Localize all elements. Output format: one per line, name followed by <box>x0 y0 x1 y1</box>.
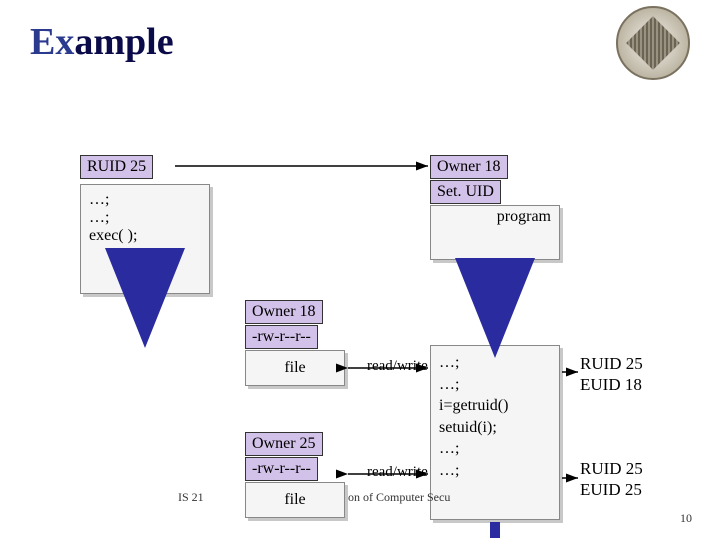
file2-readwrite: read/write <box>367 464 428 481</box>
seal-inner-icon <box>626 16 680 70</box>
process1-line: …; <box>89 209 201 227</box>
process2-line: …; <box>439 460 551 482</box>
process2-line: …; <box>439 438 551 460</box>
slide-title: Example <box>30 20 174 64</box>
process1-line: exec( ); <box>89 227 201 245</box>
footer-mid: on of Computer Secu <box>348 490 450 505</box>
right-label-bot: RUID 25 EUID 25 <box>580 458 643 501</box>
file1-header2: -rw-r--r-- <box>245 325 318 349</box>
program-label: program <box>497 208 551 226</box>
process1-line: …; <box>89 191 201 209</box>
process2-line: …; <box>439 352 551 374</box>
process2-line: setuid(i); <box>439 417 551 439</box>
program-header2: Set. UID <box>430 180 501 204</box>
right-label-top-1: RUID 25 <box>580 353 643 374</box>
title-part1: Ex <box>30 21 74 63</box>
file2-body: file <box>245 482 345 518</box>
right-label-bot-1: RUID 25 <box>580 458 643 479</box>
title-part2: ample <box>74 21 173 63</box>
slide-root: Example RUID 25 …; …; exec( ); Owner 18 … <box>0 0 720 540</box>
program-body: program <box>430 205 560 260</box>
process1-body: …; …; exec( ); <box>80 184 210 294</box>
page-number: 10 <box>680 511 692 526</box>
process1-header: RUID 25 <box>80 155 153 179</box>
file1-readwrite: read/write <box>367 358 428 375</box>
file2-header2: -rw-r--r-- <box>245 457 318 481</box>
file1-label: file <box>284 359 305 377</box>
seal-icon <box>616 6 690 80</box>
right-label-top: RUID 25 EUID 18 <box>580 353 643 396</box>
file2-header1: Owner 25 <box>245 432 323 456</box>
process2-line: …; <box>439 374 551 396</box>
right-label-bot-2: EUID 25 <box>580 479 643 500</box>
file1-body: file <box>245 350 345 386</box>
process2-line: i=getruid() <box>439 395 551 417</box>
file1-header1: Owner 18 <box>245 300 323 324</box>
program-header1: Owner 18 <box>430 155 508 179</box>
right-label-top-2: EUID 18 <box>580 374 643 395</box>
file2-label: file <box>284 491 305 509</box>
footer-left: IS 21 <box>178 490 204 505</box>
